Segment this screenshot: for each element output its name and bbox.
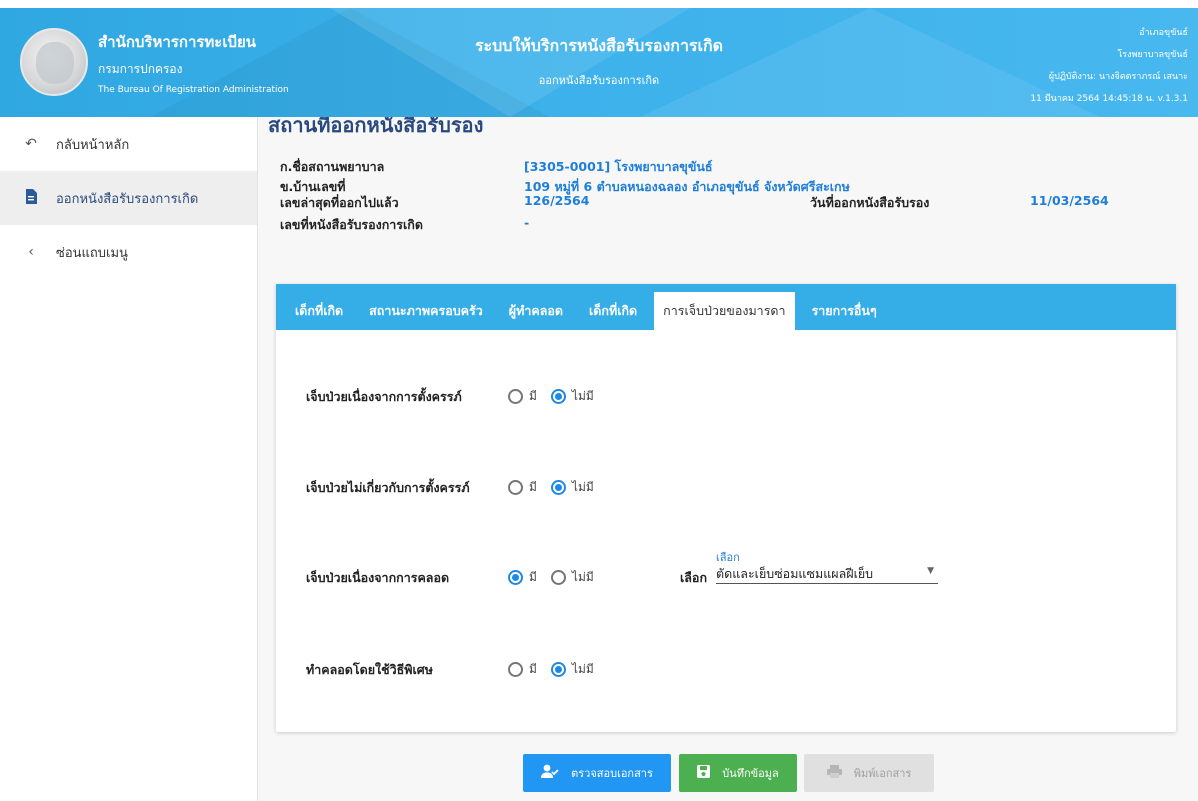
- tab-maternal-illness[interactable]: การเจ็บป่วยของมารดา: [654, 292, 795, 330]
- radio-no-label: ไม่มี: [571, 480, 594, 494]
- tab-child[interactable]: เด็กที่เกิด: [286, 292, 352, 330]
- radio-no[interactable]: [550, 480, 566, 495]
- sidebar: ↶ กลับหน้าหลัก ออกหนังสือรับรองการเกิด ‹…: [0, 117, 258, 801]
- radio-yes-label: มี: [529, 389, 537, 403]
- tab-child-born[interactable]: เด็กที่เกิด: [580, 292, 646, 330]
- question-non-pregnancy-illness: เจ็บป่วยไม่เกี่ยวกับการตั้งครรภ์: [306, 480, 470, 495]
- tab-birth-attendant[interactable]: ผู้ทำคลอด: [500, 292, 572, 330]
- question-delivery-illness: เจ็บป่วยเนื่องจากการคลอด: [306, 570, 450, 585]
- save-icon: [697, 764, 711, 782]
- page-title-wrap: สถานที่ออกหนังสือรับรอง: [258, 117, 1198, 139]
- caret-down-icon: ▼: [927, 566, 934, 576]
- save-button[interactable]: บันทึกข้อมูล: [679, 754, 797, 792]
- sidebar-item-label: กลับหน้าหลัก: [56, 137, 130, 153]
- check-document-button[interactable]: ตรวจสอบเอกสาร: [523, 754, 671, 792]
- radio-no[interactable]: [550, 389, 566, 404]
- radio-yes-label: มี: [529, 480, 537, 494]
- last-number-label: เลขล่าสุดที่ออกไปแล้ว: [280, 195, 399, 210]
- radio-yes-label: มี: [529, 570, 537, 584]
- undo-icon: ↶: [25, 136, 37, 152]
- radio-yes[interactable]: [508, 389, 523, 404]
- sidebar-item-label: ออกหนังสือรับรองการเกิด: [56, 191, 199, 207]
- user-datetime-version: 11 มีนาคม 2564 14:45:18 น. v.1.3.1: [1030, 94, 1188, 104]
- radio-yes[interactable]: [508, 662, 523, 677]
- issuing-place-info: ก.ชื่อสถานพยาบาล [3305-0001] โรงพยาบาลขุ…: [280, 157, 1180, 235]
- special-delivery-options: มี ไม่มี: [508, 660, 608, 679]
- print-icon: [826, 764, 842, 782]
- form-card: เด็กที่เกิด สถานะภาพครอบครัว ผู้ทำคลอด เ…: [276, 284, 1176, 732]
- radio-yes[interactable]: [508, 480, 523, 495]
- tab-bar: เด็กที่เกิด สถานะภาพครอบครัว ผู้ทำคลอด เ…: [276, 284, 1176, 330]
- sidebar-item-hide-menu[interactable]: ‹ ซ่อนแถบเมนู: [0, 225, 257, 279]
- hospital-label: ก.ชื่อสถานพยาบาล: [280, 159, 385, 174]
- sidebar-item-label: ซ่อนแถบเมนู: [56, 245, 128, 261]
- chevron-left-icon: ‹: [28, 244, 34, 260]
- sidebar-item-home[interactable]: ↶ กลับหน้าหลัก: [0, 117, 257, 171]
- check-document-label: ตรวจสอบเอกสาร: [571, 767, 653, 780]
- tab-family-status[interactable]: สถานะภาพครอบครัว: [360, 292, 492, 330]
- sidebar-item-issue-certificate[interactable]: ออกหนังสือรับรองการเกิด: [0, 171, 257, 225]
- radio-no-label: ไม่มี: [571, 570, 594, 584]
- certificate-number-label: เลขที่หนังสือรับรองการเกิด: [280, 217, 423, 232]
- question-pregnancy-illness: เจ็บป่วยเนื่องจากการตั้งครรภ์: [306, 389, 462, 404]
- delivery-illness-select[interactable]: เลือก ตัดและเย็บซ่อมแซมแผลฝีเย็บ ▼: [716, 548, 938, 584]
- system-title: ระบบให้บริการหนังสือรับรองการเกิด: [474, 36, 724, 55]
- print-button[interactable]: พิมพ์เอกสาร: [804, 754, 934, 792]
- delivery-illness-options: มี ไม่มี: [508, 568, 608, 587]
- radio-no[interactable]: [550, 570, 566, 585]
- main-content: สถานที่ออกหนังสือรับรอง ก.ชื่อสถานพยาบาล…: [258, 117, 1198, 801]
- hospital-value: [3305-0001] โรงพยาบาลขุขันธ์: [524, 159, 713, 174]
- radio-yes-label: มี: [529, 662, 537, 676]
- user-check-icon: [541, 764, 559, 782]
- issue-date-label: วันที่ออกหนังสือรับรอง: [810, 195, 930, 210]
- select-value: ตัดและเย็บซ่อมแซมแผลฝีเย็บ: [716, 566, 874, 581]
- certificate-number-value: -: [524, 215, 530, 230]
- select-side-label: เลือก: [680, 570, 708, 585]
- user-district: อำเภอขุขันธ์: [1139, 28, 1188, 38]
- radio-yes[interactable]: [508, 570, 523, 585]
- radio-no-label: ไม่มี: [571, 662, 594, 676]
- issue-date-value: 11/03/2564: [1030, 193, 1109, 208]
- user-info: อำเภอขุขันธ์ โรงพยาบาลขุขันธ์ ผู้ปฏิบัติ…: [1030, 22, 1188, 110]
- page-title: สถานที่ออกหนังสือรับรอง: [268, 117, 484, 137]
- system-subtitle: ออกหนังสือรับรองการเกิด: [538, 74, 660, 87]
- user-operator: ผู้ปฏิบัติงาน: นางจิดตราภรณ์ เสนาะ: [1048, 72, 1188, 82]
- radio-no-label: ไม่มี: [571, 389, 594, 403]
- app-header: สำนักบริหารการทะเบียน กรมการปกครอง The B…: [0, 8, 1198, 117]
- save-label: บันทึกข้อมูล: [722, 767, 779, 780]
- user-hospital: โรงพยาบาลขุขันธ์: [1117, 50, 1188, 60]
- last-number-value: 126/2564: [524, 193, 590, 208]
- pregnancy-illness-options: มี ไม่มี: [508, 387, 608, 406]
- document-icon: [20, 188, 42, 208]
- print-label: พิมพ์เอกสาร: [853, 767, 912, 780]
- radio-no[interactable]: [550, 662, 566, 677]
- non-pregnancy-illness-options: มี ไม่มี: [508, 478, 608, 497]
- system-title-block: ระบบให้บริการหนังสือรับรองการเกิด ออกหนั…: [0, 34, 1198, 89]
- tab-other-items[interactable]: รายการอื่นๆ: [803, 292, 886, 330]
- question-special-delivery: ทำคลอดโดยใช้วิธีพิเศษ: [306, 662, 433, 677]
